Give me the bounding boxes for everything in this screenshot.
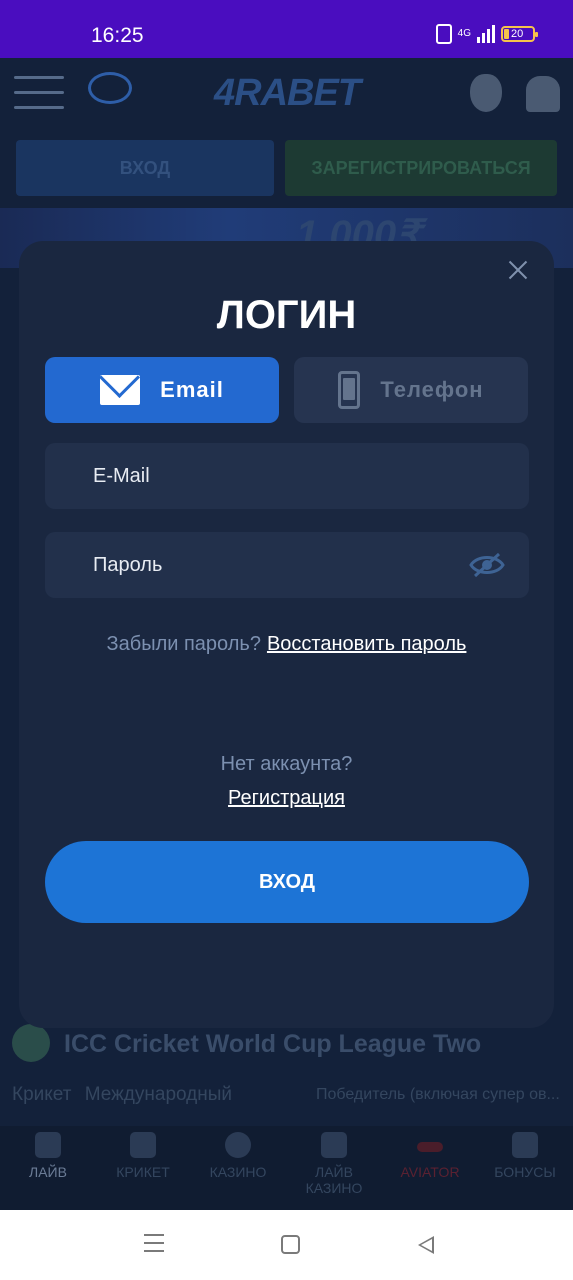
forgot-password-question: Забыли пароль? [106, 633, 261, 655]
login-submit-button[interactable]: ВХОД [45, 841, 529, 923]
status-bar: 16:25 4G 20 [0, 0, 573, 58]
menu-icon[interactable] [14, 76, 64, 110]
battery-icon: 20 [501, 26, 538, 42]
back-icon[interactable] [418, 1236, 434, 1254]
match-meta: Крикет Международный Победитель (включая… [12, 1084, 560, 1106]
nav-label: БОНУСЫ [494, 1164, 556, 1180]
nav-aviator[interactable]: AVIATOR [382, 1132, 478, 1180]
nav-label: AVIATOR [400, 1164, 460, 1180]
match-title: ICC Cricket World Cup League Two [64, 1030, 482, 1058]
phone-icon [338, 371, 361, 409]
live-icon [35, 1132, 61, 1158]
dice-icon [321, 1132, 347, 1158]
gift-icon [512, 1132, 538, 1158]
password-field[interactable] [45, 532, 529, 598]
header-register-button[interactable]: ЗАРЕГИСТРИРОВАТЬСЯ [285, 140, 557, 196]
password-field-container [45, 532, 529, 598]
bottom-nav: ЛАЙВ КРИКЕТ КАЗИНО ЛАЙВ КАЗИНО AVIATOR Б… [0, 1126, 573, 1210]
tab-phone-label: Телефон [380, 377, 484, 402]
no-account-text: Нет аккаунта? [220, 753, 353, 775]
plane-icon [417, 1142, 443, 1152]
home-icon[interactable] [281, 1235, 300, 1254]
nav-label: ЛАЙВ [29, 1164, 67, 1180]
match-market: Победитель (включая супер ов... [316, 1086, 560, 1103]
casino-icon [225, 1132, 251, 1158]
battery-level: 20 [511, 28, 524, 40]
nav-casino[interactable]: КАЗИНО [190, 1132, 286, 1180]
match-header[interactable]: ICC Cricket World Cup League Two [0, 1020, 573, 1080]
match-category: Международный [84, 1084, 233, 1105]
login-modal: ЛОГИН Email Телефон Забыли пароль? Восста… [19, 241, 554, 1028]
mail-icon [100, 375, 141, 405]
restore-password-link[interactable]: Восстановить пароль [267, 633, 466, 655]
tab-email-label: Email [160, 377, 224, 402]
app-header: 4RABET [0, 58, 573, 130]
nav-label: ЛАЙВ КАЗИНО [305, 1164, 363, 1196]
eye-off-icon[interactable] [469, 552, 505, 578]
tab-phone[interactable]: Телефон [294, 357, 528, 423]
header-login-button[interactable]: ВХОД [16, 140, 274, 196]
globe-icon [12, 1024, 50, 1062]
modal-title: ЛОГИН [216, 293, 357, 337]
nav-live-casino[interactable]: ЛАЙВ КАЗИНО [286, 1132, 382, 1196]
vibrate-icon [435, 24, 452, 44]
match-sport: Крикет [12, 1084, 72, 1105]
android-icon[interactable] [526, 76, 560, 112]
email-field[interactable] [45, 443, 529, 509]
system-nav-bar [0, 1210, 573, 1280]
apple-icon[interactable] [470, 74, 502, 112]
cricket-icon [130, 1132, 156, 1158]
nav-label: КРИКЕТ [116, 1164, 170, 1180]
signal-icon [477, 25, 495, 43]
app-logo[interactable]: 4RABET [214, 72, 361, 115]
forgot-password-row: Забыли пароль? Восстановить пароль [19, 633, 554, 656]
nav-bonuses[interactable]: БОНУСЫ [477, 1132, 573, 1180]
close-icon[interactable] [507, 259, 529, 281]
tab-email[interactable]: Email [45, 357, 279, 423]
status-icons: 4G 20 [435, 24, 538, 44]
email-field-container [45, 443, 529, 509]
nav-cricket[interactable]: КРИКЕТ [95, 1132, 191, 1180]
nav-label: КАЗИНО [209, 1164, 267, 1180]
network-type: 4G [457, 28, 471, 39]
register-link[interactable]: Регистрация [19, 787, 554, 810]
chat-icon[interactable] [88, 72, 132, 104]
nav-live[interactable]: ЛАЙВ [0, 1132, 96, 1180]
status-time: 16:25 [91, 24, 144, 47]
recent-apps-icon[interactable] [144, 1234, 164, 1254]
